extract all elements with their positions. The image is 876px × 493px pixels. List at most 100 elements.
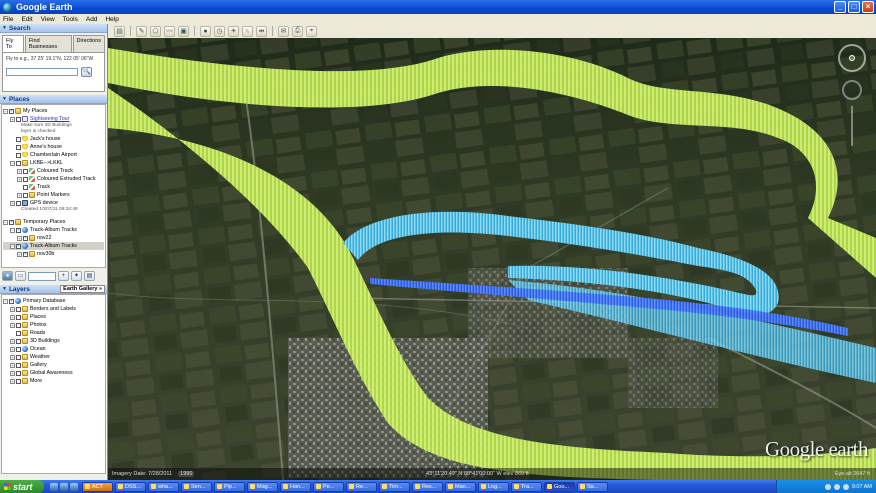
expand-toggle-icon[interactable]: − — [3, 298, 8, 304]
visibility-checkbox[interactable] — [16, 227, 21, 233]
path-icon[interactable]: 〰 — [164, 25, 175, 37]
visibility-checkbox[interactable] — [16, 314, 21, 320]
menu-add[interactable]: Add — [86, 16, 98, 23]
tree-item[interactable]: + Places — [3, 313, 104, 321]
menu-edit[interactable]: Edit — [21, 16, 32, 23]
visibility-checkbox[interactable] — [9, 108, 14, 114]
expand-toggle-icon[interactable]: + — [10, 370, 15, 376]
visibility-checkbox[interactable] — [16, 144, 21, 150]
places-filter-input[interactable] — [28, 271, 56, 281]
browser-icon[interactable] — [60, 482, 68, 491]
expand-toggle-icon[interactable]: − — [10, 227, 15, 233]
search-places-icon[interactable]: ● — [2, 271, 13, 281]
visibility-checkbox[interactable] — [16, 378, 21, 384]
tree-item[interactable]: + More — [3, 377, 104, 385]
visibility-checkbox[interactable] — [16, 346, 21, 352]
minimize-button[interactable]: _ — [834, 1, 846, 13]
tree-item[interactable]: + GPS device — [3, 199, 104, 207]
visibility-checkbox[interactable] — [23, 192, 28, 198]
taskbar-button[interactable]: Sen... — [181, 481, 212, 492]
expand-toggle-icon[interactable]: + — [17, 235, 22, 241]
sun-icon[interactable]: ☀ — [228, 25, 239, 37]
expand-toggle-icon[interactable]: + — [10, 116, 15, 122]
taskbar-button[interactable]: Res... — [412, 481, 443, 492]
expand-toggle-icon[interactable]: + — [10, 314, 15, 320]
zoom-slider[interactable] — [851, 106, 853, 146]
tree-item[interactable]: + Point Markers — [3, 191, 104, 199]
collapse-triangle-icon[interactable]: ▼ — [2, 96, 7, 102]
placemark-icon[interactable]: ✎ — [136, 25, 147, 37]
tree-item[interactable]: − Track-Album Tracks — [3, 242, 104, 250]
view-in-maps-icon[interactable]: ⌖ — [306, 25, 317, 37]
tree-item[interactable]: − Primary Database — [3, 297, 104, 305]
tree-item[interactable]: Chamberlain Airport — [3, 151, 104, 159]
tree-item[interactable]: − Track-Album Tracks — [3, 226, 104, 234]
collapse-triangle-icon[interactable]: ▼ — [2, 286, 7, 292]
menu-view[interactable]: View — [41, 16, 55, 23]
visibility-checkbox[interactable] — [16, 136, 21, 142]
visibility-checkbox[interactable] — [16, 370, 21, 376]
visibility-checkbox[interactable] — [16, 200, 21, 206]
move-joystick[interactable] — [842, 80, 862, 100]
tab-fly-to[interactable]: Fly To — [2, 35, 24, 52]
tree-item[interactable]: − LKBE-->LKKL — [3, 159, 104, 167]
menu-file[interactable]: File — [3, 16, 13, 23]
layers-panel-header[interactable]: ▼ Layers Earth Gallery » — [0, 285, 107, 294]
taskbar-button[interactable]: Pe... — [313, 481, 344, 492]
taskbar-button[interactable]: Tra... — [511, 481, 542, 492]
move-icon[interactable]: ✦ — [71, 271, 82, 281]
maximize-button[interactable]: □ — [848, 1, 860, 13]
tree-item[interactable]: + nov22 — [3, 234, 104, 242]
network-icon[interactable] — [824, 483, 831, 490]
visibility-checkbox[interactable] — [23, 176, 28, 182]
taskbar-button[interactable]: Mag... — [247, 481, 278, 492]
planets-icon[interactable]: ♄ — [242, 25, 253, 37]
historical-year-badge[interactable]: 1990 — [178, 471, 195, 477]
visibility-checkbox[interactable] — [9, 298, 14, 304]
folder-add-icon[interactable]: ▤ — [84, 271, 95, 281]
visibility-checkbox[interactable] — [16, 243, 21, 249]
visibility-checkbox[interactable] — [16, 306, 21, 312]
visibility-checkbox[interactable] — [16, 362, 21, 368]
tree-item[interactable]: Roads — [3, 329, 104, 337]
taskbar-button[interactable]: Tim... — [379, 481, 410, 492]
expand-toggle-icon[interactable]: + — [10, 378, 15, 384]
visibility-checkbox[interactable] — [23, 168, 28, 174]
security-icon[interactable] — [842, 483, 849, 490]
visibility-checkbox[interactable] — [16, 354, 21, 360]
ruler-icon[interactable]: ⇹ — [256, 25, 267, 37]
expand-toggle-icon[interactable]: + — [10, 306, 15, 312]
taskbar-button[interactable]: DSS... — [115, 481, 146, 492]
taskbar-button[interactable]: Re... — [346, 481, 377, 492]
add-icon[interactable]: + — [58, 271, 69, 281]
earth-viewport[interactable]: Google earth Imagery Date: 7/28/2011 199… — [108, 38, 876, 480]
fly-to-input[interactable] — [6, 68, 78, 76]
tree-item[interactable]: + Ocean — [3, 345, 104, 353]
look-joystick[interactable] — [838, 44, 866, 72]
tree-item[interactable]: + Weather — [3, 353, 104, 361]
tree-item[interactable]: + Global Awareness — [3, 369, 104, 377]
email-icon[interactable]: ✉ — [278, 25, 289, 37]
visibility-checkbox[interactable] — [16, 152, 21, 158]
expand-toggle-icon[interactable]: − — [3, 219, 8, 225]
tree-item[interactable]: Track — [3, 183, 104, 191]
visibility-checkbox[interactable] — [16, 116, 21, 122]
clock[interactable]: 9:07 AM — [852, 484, 872, 490]
title-bar[interactable]: Google Earth _ □ × — [0, 0, 876, 14]
print-icon[interactable]: ⎙ — [292, 25, 303, 37]
media-player-icon[interactable] — [70, 482, 78, 491]
overlay-icon[interactable]: ▣ — [178, 25, 189, 37]
visibility-checkbox[interactable] — [23, 235, 28, 241]
visibility-checkbox[interactable] — [16, 160, 21, 166]
taskbar-button[interactable]: ACT — [82, 481, 113, 492]
sidebar-toggle-icon[interactable]: ▤ — [114, 25, 125, 37]
expand-toggle-icon[interactable]: + — [17, 168, 22, 174]
tree-item[interactable]: + Sightseeing Tour — [3, 115, 104, 123]
tree-item[interactable]: +3D Buildings — [3, 337, 104, 345]
tree-item[interactable]: + Borders and Labels — [3, 305, 104, 313]
menu-tools[interactable]: Tools — [63, 16, 78, 23]
expand-toggle-icon[interactable]: + — [17, 176, 22, 182]
tab-find-businesses[interactable]: Find Businesses — [24, 35, 72, 52]
tab-directions[interactable]: Directions — [72, 35, 105, 52]
expand-toggle-icon[interactable]: − — [3, 108, 8, 114]
